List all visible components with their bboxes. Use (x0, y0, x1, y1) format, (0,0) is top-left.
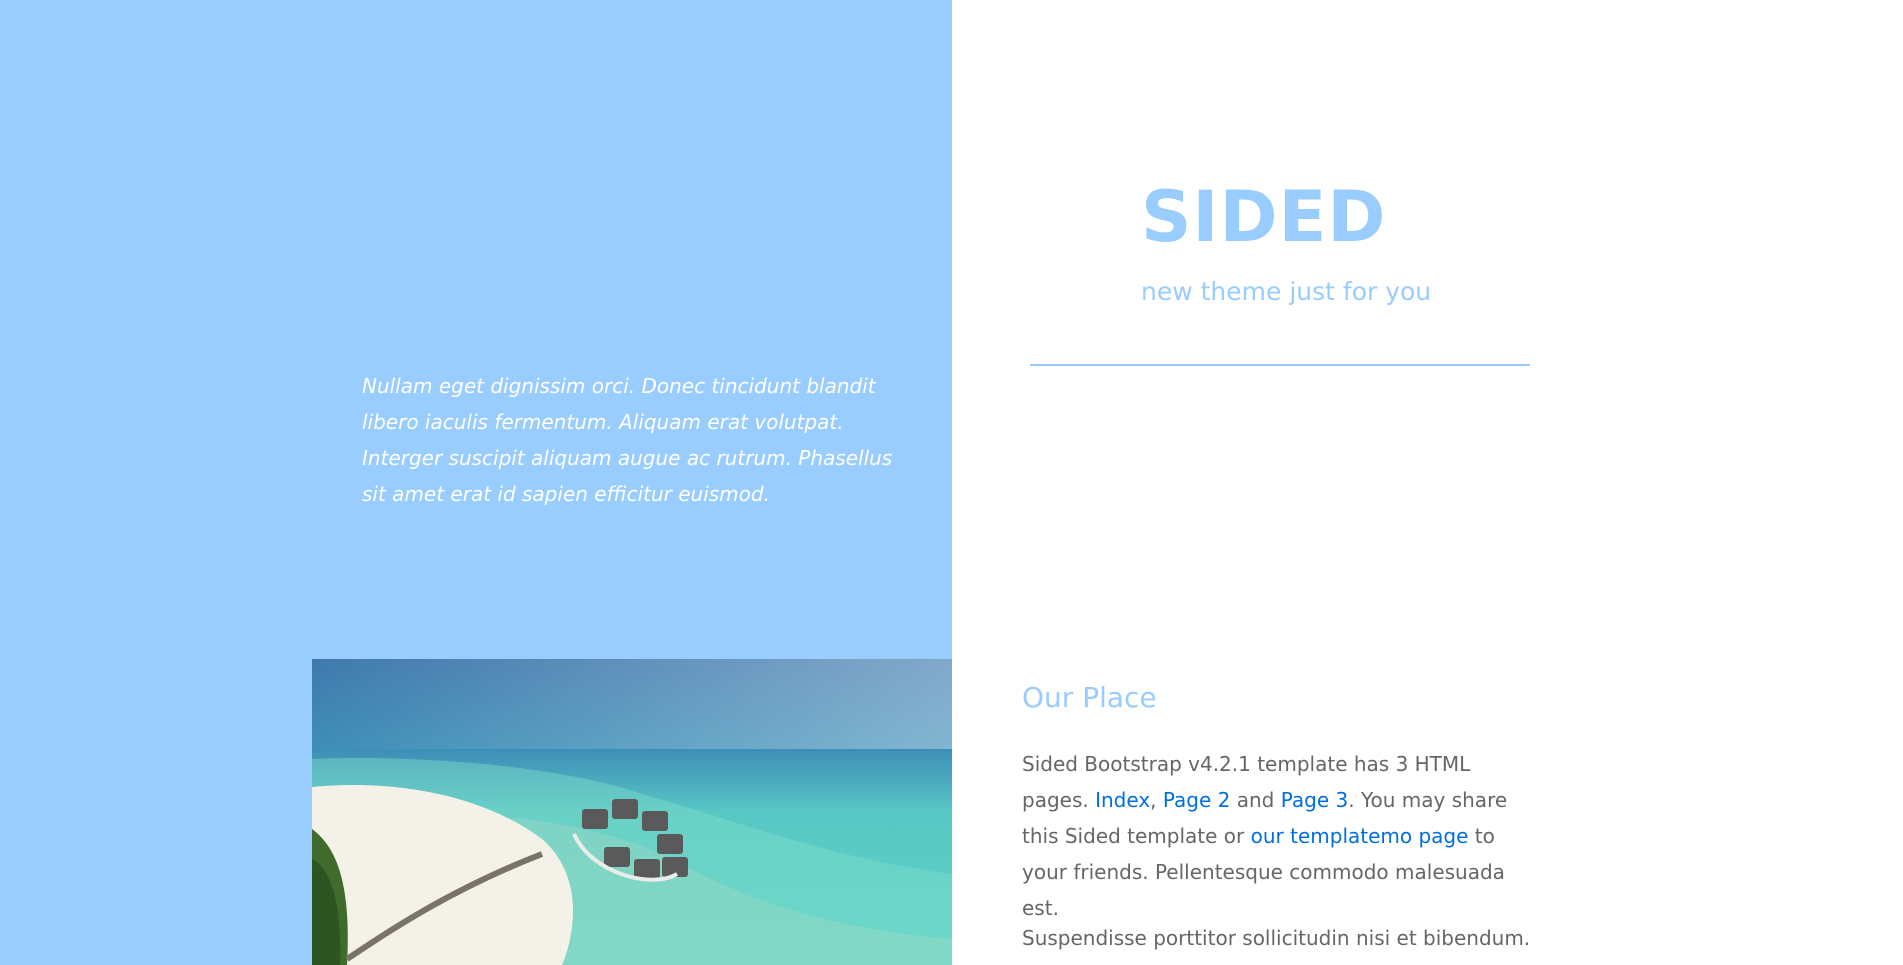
second-paragraph: Suspendisse porttitor sollicitudin nisi … (1022, 926, 1531, 950)
section-title-our-place: Our Place (1022, 681, 1157, 714)
site-tagline: new theme just for you (1141, 277, 1432, 306)
link-page-2[interactable]: Page 2 (1163, 788, 1231, 812)
and-text: and (1236, 788, 1275, 812)
page: Nullam eget dignissim orci. Donec tincid… (0, 0, 1903, 965)
resort-photo (312, 659, 952, 965)
link-templatemo-page[interactable]: our templatemo page (1251, 824, 1469, 848)
link-index[interactable]: Index (1095, 788, 1150, 812)
intro-quote: Nullam eget dignissim orci. Donec tincid… (362, 374, 893, 506)
site-title: SIDED (1141, 176, 1387, 258)
header-divider (1030, 364, 1530, 366)
our-place-paragraph: Sided Bootstrap v4.2.1 template has 3 HT… (1022, 746, 1532, 926)
comma-text: , (1150, 788, 1157, 812)
link-page-3[interactable]: Page 3 (1281, 788, 1349, 812)
